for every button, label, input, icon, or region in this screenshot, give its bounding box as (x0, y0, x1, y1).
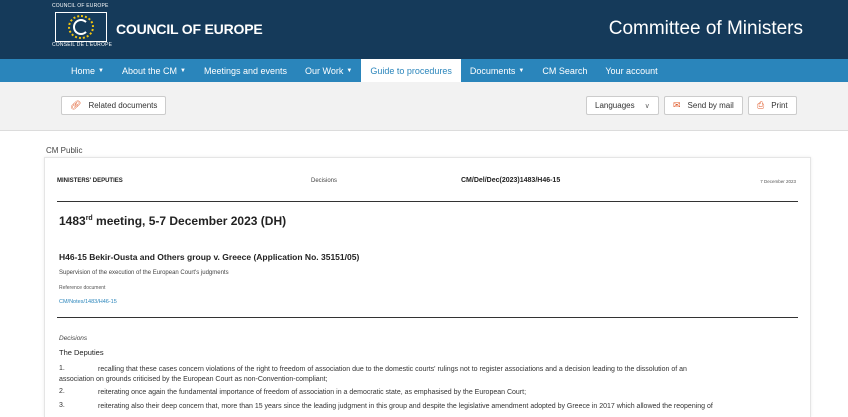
doc-header-type: Decisions (311, 178, 338, 184)
toolbar: 🔗︎ Related documents Languages ∨ ✉ Send … (0, 82, 848, 131)
chevron-down-icon: ∨ (644, 102, 650, 110)
languages-label: Languages (595, 101, 635, 110)
classification-label: CM Public (46, 146, 83, 155)
deputies-label: The Deputies (59, 348, 104, 357)
council-of-europe-logo[interactable] (55, 12, 107, 42)
supervision-subtitle: Supervision of the execution of the Euro… (59, 270, 229, 276)
caret-down-icon: ▼ (98, 67, 104, 74)
swirl-icon (73, 19, 89, 35)
org-name[interactable]: COUNCIL OF EUROPE (116, 21, 263, 37)
nav-label: Your account (605, 65, 658, 76)
languages-dropdown[interactable]: Languages ∨ (586, 96, 659, 115)
main-nav: Home ▼ About the CM ▼ Meetings and events … (0, 59, 848, 82)
send-by-mail-button[interactable]: ✉ Send by mail (664, 96, 743, 115)
nav-label: Our Work (305, 65, 344, 76)
nav-our-work[interactable]: Our Work ▼ (296, 59, 361, 82)
paragraph-number: 1. (59, 365, 65, 372)
nav-home[interactable]: Home ▼ (62, 59, 113, 82)
meeting-rest: meeting, 5-7 December 2023 (DH) (92, 214, 287, 228)
nav-label: Documents (469, 65, 516, 76)
nav-documents[interactable]: Documents ▼ (461, 59, 533, 82)
paragraph: 3. reiterating also their deep concern t… (59, 402, 779, 413)
nav-label: Meetings and events (203, 65, 288, 76)
paragraph-text: association on grounds criticised by the… (59, 376, 328, 383)
doc-header-deputies: MINISTERS' DEPUTIES (57, 178, 123, 184)
nav-guide[interactable]: Guide to procedures (361, 59, 461, 82)
paragraph-text: reiterating once again the fundamental i… (98, 389, 527, 396)
paragraph-number: 3. (59, 402, 65, 409)
print-button[interactable]: ⎙ Print (748, 96, 797, 115)
paragraph-number: 2. (59, 388, 65, 395)
meeting-number: 1483 (59, 214, 86, 228)
caret-down-icon: ▼ (518, 67, 525, 74)
print-label: Print (771, 101, 788, 110)
nav-label: About the CM (121, 65, 177, 76)
nav-label: Guide to procedures (370, 65, 452, 76)
doc-header-reference: CM/Del/Dec(2023)1483/H46-15 (461, 177, 561, 184)
logo-top-text: COUNCIL OF EUROPE (52, 3, 109, 9)
envelope-icon: ✉ (673, 100, 681, 110)
site-header: COUNCIL OF EUROPE CONSEIL DE L'EUROPE CO… (0, 0, 848, 59)
nav-meetings[interactable]: Meetings and events (195, 59, 296, 82)
case-title: H46-15 Bekir-Ousta and Others group v. G… (59, 252, 360, 262)
paragraph: 2. reiterating once again the fundamenta… (59, 388, 779, 399)
meeting-ordinal: rd (85, 215, 93, 222)
caret-down-icon: ▼ (346, 67, 353, 74)
decisions-label: Decisions (59, 335, 88, 342)
paragraph-text: reiterating also their deep concern that… (98, 403, 713, 410)
nav-about[interactable]: About the CM ▼ (113, 59, 195, 82)
paragraph-text: recalling that these cases concern viola… (98, 366, 687, 373)
meeting-title: 1483rd meeting, 5-7 December 2023 (DH) (59, 214, 286, 228)
logo-bottom-text: CONSEIL DE L'EUROPE (52, 42, 113, 48)
site-title[interactable]: Committee of Ministers (609, 18, 803, 40)
related-documents-button[interactable]: 🔗︎ Related documents (61, 96, 167, 115)
send-by-mail-label: Send by mail (687, 101, 734, 110)
document-body: MINISTERS' DEPUTIES Decisions CM/Del/Dec… (44, 157, 811, 417)
divider (57, 317, 798, 318)
nav-your-account[interactable]: Your account (596, 59, 666, 82)
nav-label: CM Search (542, 65, 588, 76)
nav-label: Home (71, 65, 96, 76)
related-documents-label: Related documents (88, 101, 158, 110)
doc-header-date: 7 December 2023 (760, 179, 796, 184)
caret-down-icon: ▼ (180, 67, 186, 74)
link-icon: 🔗︎ (70, 100, 82, 110)
paragraph-continuation: association on grounds criticised by the… (59, 375, 779, 386)
reference-document-link[interactable]: CM/Notes/1483/H46-15 (59, 299, 117, 305)
nav-cm-search[interactable]: CM Search (533, 59, 596, 82)
document-header: MINISTERS' DEPUTIES Decisions CM/Del/Dec… (57, 158, 798, 202)
paragraph: 1. recalling that these cases concern vi… (59, 365, 779, 376)
printer-icon: ⎙ (757, 100, 765, 110)
reference-document-label: Reference document (59, 285, 106, 291)
